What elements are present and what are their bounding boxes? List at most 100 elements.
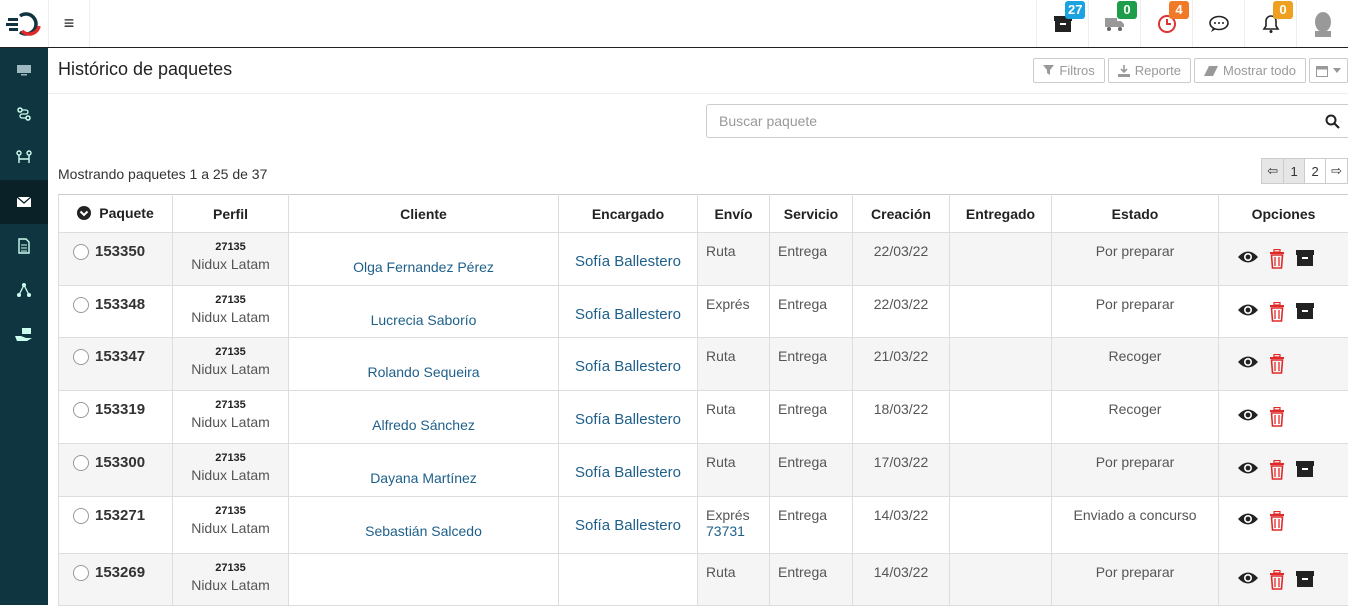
row-select-radio[interactable]: [73, 297, 89, 313]
client-link[interactable]: Rolando Sequeira: [289, 364, 558, 380]
table-row[interactable]: 15326927135Nidux LatamRutaEntrega14/03/2…: [59, 554, 1348, 606]
row-select-radio[interactable]: [73, 508, 89, 524]
sidebar-item-documents[interactable]: [0, 224, 48, 268]
trash-icon[interactable]: [1269, 407, 1285, 427]
client-link[interactable]: Sebastián Salcedo: [289, 523, 558, 539]
eye-icon[interactable]: [1237, 570, 1259, 586]
trash-icon[interactable]: [1269, 354, 1285, 374]
row-select-radio[interactable]: [73, 244, 89, 260]
profile-name: Nidux Latam: [173, 520, 288, 537]
sidebar-item-delivery[interactable]: [0, 312, 48, 356]
page-1-button[interactable]: 1: [1283, 158, 1305, 184]
col-estado[interactable]: Estado: [1052, 195, 1219, 233]
client-link[interactable]: Olga Fernandez Pérez: [289, 259, 558, 275]
page-2-button[interactable]: 2: [1304, 158, 1326, 184]
logo[interactable]: [0, 0, 48, 47]
cell-estado: Por preparar: [1052, 554, 1219, 606]
menu-toggle-button[interactable]: ≡: [48, 0, 90, 47]
table-row[interactable]: 15334827135Nidux LatamLucrecia SaboríoSo…: [59, 286, 1348, 338]
trash-icon[interactable]: [1269, 511, 1285, 531]
agent-link[interactable]: Sofía Ballestero: [559, 517, 697, 534]
search-box: [706, 104, 1348, 138]
sidebar-item-packages[interactable]: [0, 180, 48, 224]
archive-icon[interactable]: [1295, 460, 1315, 478]
cell-entregado: [950, 233, 1052, 286]
profile-name: Nidux Latam: [173, 467, 288, 484]
col-entregado[interactable]: Entregado: [950, 195, 1052, 233]
row-select-radio[interactable]: [73, 455, 89, 471]
chat-button[interactable]: [1192, 0, 1244, 47]
search-input[interactable]: [707, 105, 1307, 137]
table-header-row: Paquete Perfil Cliente Encargado Envío S…: [59, 195, 1348, 233]
agent-link[interactable]: Sofía Ballestero: [559, 358, 697, 375]
user-avatar-button[interactable]: [1296, 0, 1348, 47]
archive-icon[interactable]: [1295, 249, 1315, 267]
bell-badge: 0: [1273, 1, 1293, 19]
trash-icon[interactable]: [1269, 302, 1285, 322]
trash-icon[interactable]: [1269, 249, 1285, 269]
sidebar-item-dashboard[interactable]: [0, 48, 48, 92]
agent-link[interactable]: Sofía Ballestero: [559, 253, 697, 270]
calendar-dropdown-button[interactable]: [1309, 58, 1348, 83]
sidebar-item-network[interactable]: [0, 136, 48, 180]
col-perfil[interactable]: Perfil: [173, 195, 289, 233]
trash-icon[interactable]: [1269, 570, 1285, 590]
agent-link[interactable]: Sofía Ballestero: [559, 464, 697, 481]
row-select-radio[interactable]: [73, 402, 89, 418]
col-envio[interactable]: Envío: [698, 195, 770, 233]
cell-opciones: [1219, 554, 1348, 606]
col-creacion[interactable]: Creación: [853, 195, 950, 233]
cell-encargado: Sofía Ballestero: [559, 444, 698, 497]
show-all-button[interactable]: Mostrar todo: [1194, 58, 1306, 83]
row-select-radio[interactable]: [73, 565, 89, 581]
eye-icon[interactable]: [1237, 354, 1259, 370]
table-row[interactable]: 15335027135Nidux LatamOlga Fernandez Pér…: [59, 233, 1348, 286]
client-link[interactable]: Dayana Martínez: [289, 470, 558, 486]
col-cliente[interactable]: Cliente: [289, 195, 559, 233]
trash-icon[interactable]: [1269, 460, 1285, 480]
col-paquete[interactable]: Paquete: [59, 195, 173, 233]
route-icon: [16, 106, 32, 122]
eye-icon[interactable]: [1237, 460, 1259, 476]
ship-type: Ruta: [706, 454, 769, 470]
table-row[interactable]: 15334727135Nidux LatamRolando SequeiraSo…: [59, 338, 1348, 391]
filters-button[interactable]: Filtros: [1033, 58, 1104, 83]
cell-creacion: 22/03/22: [853, 286, 950, 338]
sidebar-item-routes[interactable]: [0, 92, 48, 136]
client-link[interactable]: Alfredo Sánchez: [289, 417, 558, 433]
sidebar-item-share[interactable]: [0, 268, 48, 312]
next-page-button[interactable]: ⇨: [1325, 158, 1348, 184]
col-servicio[interactable]: Servicio: [770, 195, 853, 233]
cell-opciones: [1219, 338, 1348, 391]
eye-icon[interactable]: [1237, 302, 1259, 318]
profile-name: Nidux Latam: [173, 577, 288, 594]
search-icon[interactable]: [1325, 114, 1340, 129]
cell-paquete: 153319: [59, 391, 173, 444]
truck-button[interactable]: 0: [1088, 0, 1140, 47]
eye-icon[interactable]: [1237, 511, 1259, 527]
report-button[interactable]: Reporte: [1108, 58, 1191, 83]
clock-button[interactable]: 4: [1140, 0, 1192, 47]
agent-link[interactable]: Sofía Ballestero: [559, 306, 697, 323]
col-encargado[interactable]: Encargado: [559, 195, 698, 233]
agent-link[interactable]: Sofía Ballestero: [559, 411, 697, 428]
table-row[interactable]: 15327127135Nidux LatamSebastián SalcedoS…: [59, 497, 1348, 554]
archive-button[interactable]: 27: [1036, 0, 1088, 47]
client-link[interactable]: Lucrecia Saborío: [289, 312, 558, 328]
cell-paquete: 153269: [59, 554, 173, 606]
monitor-icon: [16, 64, 32, 76]
eye-icon[interactable]: [1237, 407, 1259, 423]
eye-icon[interactable]: [1237, 249, 1259, 265]
archive-icon[interactable]: [1295, 302, 1315, 320]
archive-icon[interactable]: [1295, 570, 1315, 588]
ship-tracking-link[interactable]: 73731: [706, 523, 769, 539]
notifications-button[interactable]: 0: [1244, 0, 1296, 47]
cell-encargado: Sofía Ballestero: [559, 233, 698, 286]
download-icon: [1118, 65, 1130, 77]
row-select-radio[interactable]: [73, 349, 89, 365]
table-row[interactable]: 15330027135Nidux LatamDayana MartínezSof…: [59, 444, 1348, 497]
eraser-icon: [1204, 66, 1218, 76]
header-actions: Filtros Reporte Mostrar todo: [1033, 58, 1348, 83]
table-row[interactable]: 15331927135Nidux LatamAlfredo SánchezSof…: [59, 391, 1348, 444]
prev-page-button[interactable]: ⇦: [1261, 158, 1284, 184]
